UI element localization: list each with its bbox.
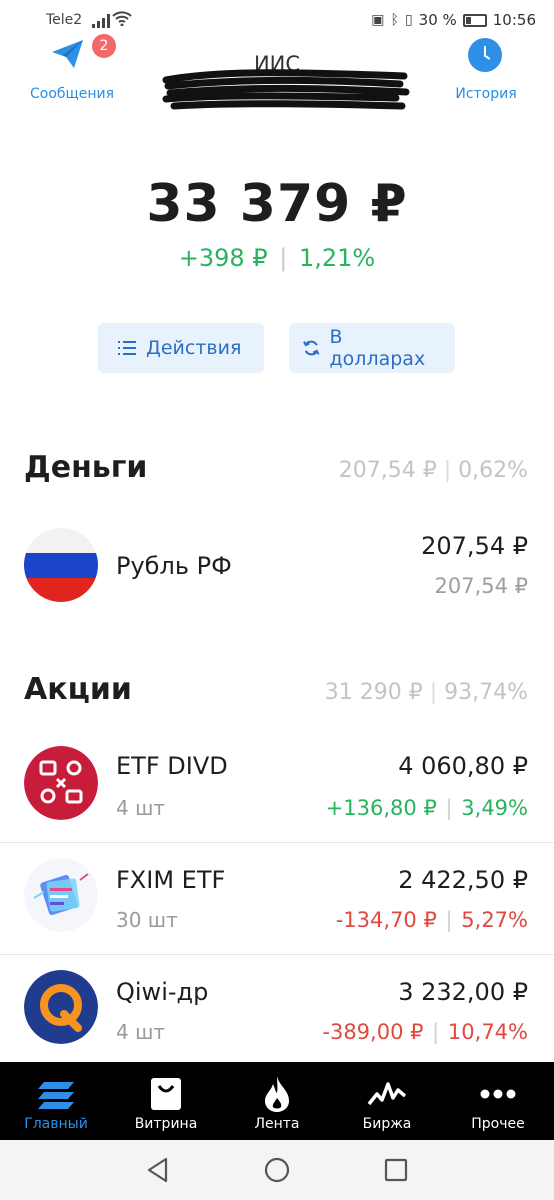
asset-name: FXIM ETF: [116, 866, 226, 894]
asset-change-abs: -134,70 ₽: [335, 908, 437, 932]
separator: |: [445, 796, 453, 820]
russian-flag-icon: [24, 528, 98, 602]
list-icon: [118, 341, 136, 355]
bottom-navigation: Главный Витрина Лента Биржа Прочее: [0, 1062, 554, 1140]
asset-value: 207,54 ₽: [421, 532, 528, 560]
money-pct: 0,62%: [458, 458, 528, 483]
nav-item-feed[interactable]: Лента: [227, 1062, 327, 1140]
battery-level: [465, 16, 471, 24]
wifi-icon: [112, 11, 132, 26]
list-item-fxim-etf[interactable]: FXIM ETF 30 шт 2 422,50 ₽ -134,70 ₽ | 5,…: [0, 842, 554, 954]
bluetooth-icon: ᛒ: [390, 12, 399, 28]
asset-quantity: 4 шт: [116, 796, 166, 820]
portfolio-change-pct: 1,21%: [298, 244, 376, 272]
actions-button[interactable]: Действия: [98, 323, 264, 373]
stocks-section-title: Акции: [24, 672, 132, 707]
asset-change-abs: +136,80 ₽: [325, 796, 437, 820]
money-section-title: Деньги: [24, 450, 148, 485]
nfc-icon: ▣: [371, 12, 385, 28]
clock-icon: [468, 38, 502, 72]
signal-icon: [92, 12, 110, 28]
asset-value: 3 232,00 ₽: [398, 978, 528, 1006]
asset-quantity: 30 шт: [116, 908, 178, 932]
vibrate-icon: ▯: [404, 12, 413, 28]
recents-square-icon[interactable]: [382, 1156, 410, 1184]
nav-item-home[interactable]: Главный: [6, 1062, 106, 1140]
nav-label: Прочее: [471, 1116, 525, 1132]
asset-name: Qiwi-др: [116, 978, 209, 1006]
nav-item-exchange[interactable]: Биржа: [337, 1062, 437, 1140]
in-dollars-button[interactable]: В долларах: [289, 323, 455, 373]
battery-percent: 30 %: [418, 11, 457, 29]
asset-name: ETF DIVD: [116, 752, 228, 780]
actions-label: Действия: [146, 337, 242, 359]
nav-label: Лента: [254, 1116, 300, 1132]
asset-change-pct: 3,49%: [461, 796, 528, 820]
system-navigation-bar: [0, 1140, 554, 1200]
nav-item-showcase[interactable]: Витрина: [116, 1062, 216, 1140]
flame-icon: [265, 1076, 289, 1112]
stocks-section-summary: 31 290 ₽ | 93,74%: [325, 680, 528, 705]
list-item-qiwi[interactable]: Qiwi-др 4 шт 3 232,00 ₽ -389,00 ₽ | 10,7…: [0, 954, 554, 1066]
refresh-icon: [303, 340, 320, 356]
asset-change: +136,80 ₽ | 3,49%: [326, 796, 528, 820]
separator: |: [443, 458, 452, 483]
money-section-summary: 207,54 ₽ | 0,62%: [339, 458, 528, 483]
clock-time: 10:56: [492, 11, 536, 29]
asset-change-pct: 5,27%: [461, 908, 528, 932]
nav-label: Витрина: [134, 1116, 198, 1132]
more-dots-icon: [480, 1089, 516, 1099]
history-label: История: [455, 86, 517, 102]
separator: |: [279, 244, 288, 272]
battery-icon: [462, 13, 487, 27]
portfolio-change-abs: +398 ₽: [178, 244, 268, 272]
stocks-sum: 31 290 ₽: [324, 680, 423, 705]
asset-value: 2 422,50 ₽: [398, 866, 528, 894]
portfolio-change: +398 ₽ | 1,21%: [0, 244, 554, 272]
qiwi-logo-icon: [24, 970, 98, 1044]
separator: |: [432, 1020, 440, 1044]
asset-name: Рубль РФ: [116, 552, 232, 580]
asset-change: -389,00 ₽ | 10,74%: [322, 1020, 528, 1044]
asset-change-pct: 10,74%: [447, 1020, 528, 1044]
asset-sub-value: 207,54 ₽: [434, 574, 528, 598]
asset-quantity: 4 шт: [116, 1020, 166, 1044]
home-stack-icon: [38, 1082, 74, 1109]
list-item-etf-divd[interactable]: ETF DIVD 4 шт 4 060,80 ₽ +136,80 ₽ | 3,4…: [0, 730, 554, 842]
carrier-name: Tele2: [46, 12, 83, 28]
separator: |: [429, 680, 438, 705]
asset-value: 4 060,80 ₽: [398, 752, 528, 780]
redaction-scribble: [162, 69, 410, 110]
asset-change: -134,70 ₽ | 5,27%: [336, 908, 528, 932]
back-triangle-icon[interactable]: [144, 1156, 172, 1184]
dohod-logo-icon: [24, 746, 98, 820]
portfolio-total: 33 379 ₽: [146, 174, 408, 234]
asset-change-abs: -389,00 ₽: [322, 1020, 424, 1044]
nav-item-more[interactable]: Прочее: [448, 1062, 548, 1140]
home-circle-icon[interactable]: [263, 1156, 291, 1184]
messages-label: Сообщения: [29, 86, 114, 102]
history-button[interactable]: История: [436, 34, 536, 108]
nav-label: Биржа: [362, 1116, 412, 1132]
chart-line-icon: [367, 1082, 407, 1106]
nav-label: Главный: [24, 1116, 88, 1132]
stocks-pct: 93,74%: [444, 680, 528, 705]
shopping-bag-icon: [151, 1078, 181, 1110]
finex-logo-icon: [24, 858, 98, 932]
list-item-rub[interactable]: Рубль РФ 207,54 ₽ 207,54 ₽: [0, 512, 554, 624]
money-sum: 207,54 ₽: [338, 458, 437, 483]
separator: |: [445, 908, 453, 932]
in-dollars-label: В долларах: [329, 326, 426, 370]
